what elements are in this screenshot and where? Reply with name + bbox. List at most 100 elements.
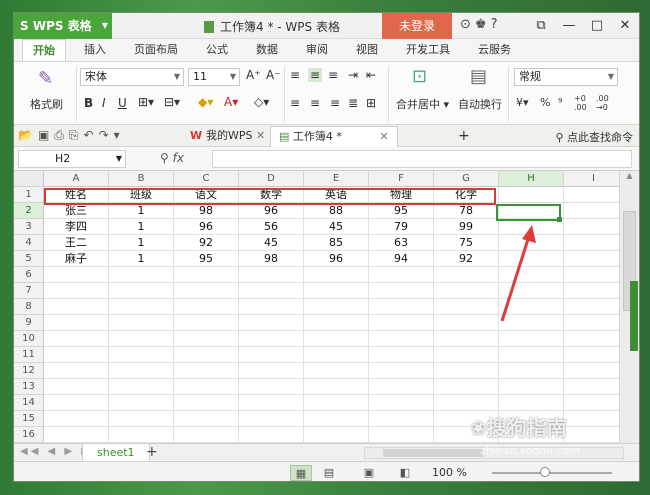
tab-review[interactable]: 审阅 bbox=[296, 39, 338, 61]
row-header-3[interactable]: 3 bbox=[14, 219, 44, 235]
cell-h1[interactable] bbox=[499, 187, 564, 203]
close-icon[interactable]: ✕ bbox=[256, 129, 265, 142]
cell-e2[interactable]: 88 bbox=[304, 203, 369, 219]
cell-c15[interactable] bbox=[174, 411, 239, 427]
cell-f3[interactable]: 79 bbox=[369, 219, 434, 235]
name-box[interactable]: H2 ▼ bbox=[18, 150, 126, 168]
cell-a15[interactable] bbox=[44, 411, 109, 427]
cell-e11[interactable] bbox=[304, 347, 369, 363]
cell-h11[interactable] bbox=[499, 347, 564, 363]
cell-f10[interactable] bbox=[369, 331, 434, 347]
formula-input[interactable] bbox=[212, 150, 632, 168]
cell-c5[interactable]: 95 bbox=[174, 251, 239, 267]
cell-g11[interactable] bbox=[434, 347, 499, 363]
cell-a2[interactable]: 张三 bbox=[44, 203, 109, 219]
cell-i1[interactable] bbox=[564, 187, 624, 203]
cell-d10[interactable] bbox=[239, 331, 304, 347]
outdent-icon[interactable]: ⇤ bbox=[366, 68, 376, 82]
cell-g10[interactable] bbox=[434, 331, 499, 347]
tab-developer[interactable]: 开发工具 bbox=[396, 39, 460, 61]
cell-b9[interactable] bbox=[109, 315, 174, 331]
justify-icon[interactable]: ≣ bbox=[348, 96, 358, 110]
cell-c14[interactable] bbox=[174, 395, 239, 411]
cell-a11[interactable] bbox=[44, 347, 109, 363]
sheet-tab-sheet1[interactable]: sheet1 bbox=[82, 444, 150, 462]
cell-e10[interactable] bbox=[304, 331, 369, 347]
cell-e4[interactable]: 85 bbox=[304, 235, 369, 251]
cell-i7[interactable] bbox=[564, 283, 624, 299]
merge-center-button[interactable]: 合并居中 ▾ bbox=[396, 96, 449, 112]
row-header-2[interactable]: 2 bbox=[14, 203, 44, 219]
cell-e12[interactable] bbox=[304, 363, 369, 379]
new-tab-icon[interactable]: + bbox=[450, 126, 478, 147]
cell-i4[interactable] bbox=[564, 235, 624, 251]
align-center-icon[interactable]: ≡ bbox=[310, 96, 320, 110]
align-right-icon[interactable]: ≡ bbox=[330, 96, 340, 110]
cell-i3[interactable] bbox=[564, 219, 624, 235]
cell-a6[interactable] bbox=[44, 267, 109, 283]
cell-f7[interactable] bbox=[369, 283, 434, 299]
app-menu-button[interactable]: S WPS 表格 ▼ bbox=[14, 13, 112, 39]
cell-b16[interactable] bbox=[109, 427, 174, 443]
increase-decimal-icon[interactable]: +0.00 bbox=[574, 94, 587, 112]
fill-handle[interactable] bbox=[557, 217, 562, 222]
cell-c6[interactable] bbox=[174, 267, 239, 283]
cell-i15[interactable] bbox=[564, 411, 624, 427]
cell-b2[interactable]: 1 bbox=[109, 203, 174, 219]
cell-a9[interactable] bbox=[44, 315, 109, 331]
cell-f13[interactable] bbox=[369, 379, 434, 395]
cell-g2[interactable]: 78 bbox=[434, 203, 499, 219]
merge-border-icon[interactable]: ⊟▾ bbox=[164, 95, 180, 109]
cell-c8[interactable] bbox=[174, 299, 239, 315]
cell-b8[interactable] bbox=[109, 299, 174, 315]
skin-icon[interactable]: ⊙ bbox=[460, 17, 475, 32]
cell-c11[interactable] bbox=[174, 347, 239, 363]
format-painter-icon[interactable]: ✎ bbox=[38, 68, 53, 89]
select-all-corner[interactable] bbox=[14, 171, 44, 187]
fill-color-icon[interactable]: ◆▾ bbox=[198, 95, 213, 109]
cell-h12[interactable] bbox=[499, 363, 564, 379]
close-icon[interactable]: ✕ bbox=[379, 130, 388, 143]
cell-a7[interactable] bbox=[44, 283, 109, 299]
maximize-icon[interactable]: □ bbox=[583, 13, 611, 39]
increase-font-icon[interactable]: A⁺ bbox=[246, 68, 261, 82]
cell-b3[interactable]: 1 bbox=[109, 219, 174, 235]
cell-a4[interactable]: 王二 bbox=[44, 235, 109, 251]
cell-i5[interactable] bbox=[564, 251, 624, 267]
zoom-slider-track[interactable] bbox=[492, 472, 612, 474]
align-left-icon[interactable]: ≡ bbox=[290, 96, 300, 110]
cell-b15[interactable] bbox=[109, 411, 174, 427]
normal-view-icon[interactable]: ▦ bbox=[290, 465, 312, 481]
cell-i14[interactable] bbox=[564, 395, 624, 411]
column-header-h[interactable]: H bbox=[499, 171, 564, 187]
add-sheet-button[interactable]: + bbox=[146, 444, 158, 461]
cell-c7[interactable] bbox=[174, 283, 239, 299]
cell-b10[interactable] bbox=[109, 331, 174, 347]
underline-icon[interactable]: U bbox=[118, 96, 127, 110]
cell-i16[interactable] bbox=[564, 427, 624, 443]
font-color-icon[interactable]: A▾ bbox=[224, 95, 238, 109]
format-painter-label[interactable]: 格式刷 bbox=[30, 96, 63, 112]
cell-d6[interactable] bbox=[239, 267, 304, 283]
cell-f15[interactable] bbox=[369, 411, 434, 427]
row-header-5[interactable]: 5 bbox=[14, 251, 44, 267]
cell-e7[interactable] bbox=[304, 283, 369, 299]
row-header-4[interactable]: 4 bbox=[14, 235, 44, 251]
cell-c3[interactable]: 96 bbox=[174, 219, 239, 235]
tab-page-layout[interactable]: 页面布局 bbox=[124, 39, 188, 61]
cell-i6[interactable] bbox=[564, 267, 624, 283]
login-button[interactable]: 未登录 bbox=[382, 13, 452, 39]
clear-format-icon[interactable]: ◇▾ bbox=[254, 95, 269, 109]
wrap-text-icon[interactable]: ▤ bbox=[470, 66, 487, 87]
dropdown-icon[interactable]: ▾ bbox=[114, 128, 125, 142]
cell-i12[interactable] bbox=[564, 363, 624, 379]
cell-a8[interactable] bbox=[44, 299, 109, 315]
cell-g13[interactable] bbox=[434, 379, 499, 395]
tab-insert[interactable]: 插入 bbox=[74, 39, 116, 61]
row-header-1[interactable]: 1 bbox=[14, 187, 44, 203]
align-middle-icon[interactable]: ≡ bbox=[308, 68, 323, 82]
cell-a14[interactable] bbox=[44, 395, 109, 411]
column-header-g[interactable]: G bbox=[434, 171, 499, 187]
cell-g12[interactable] bbox=[434, 363, 499, 379]
currency-icon[interactable]: ¥▾ bbox=[516, 96, 529, 109]
